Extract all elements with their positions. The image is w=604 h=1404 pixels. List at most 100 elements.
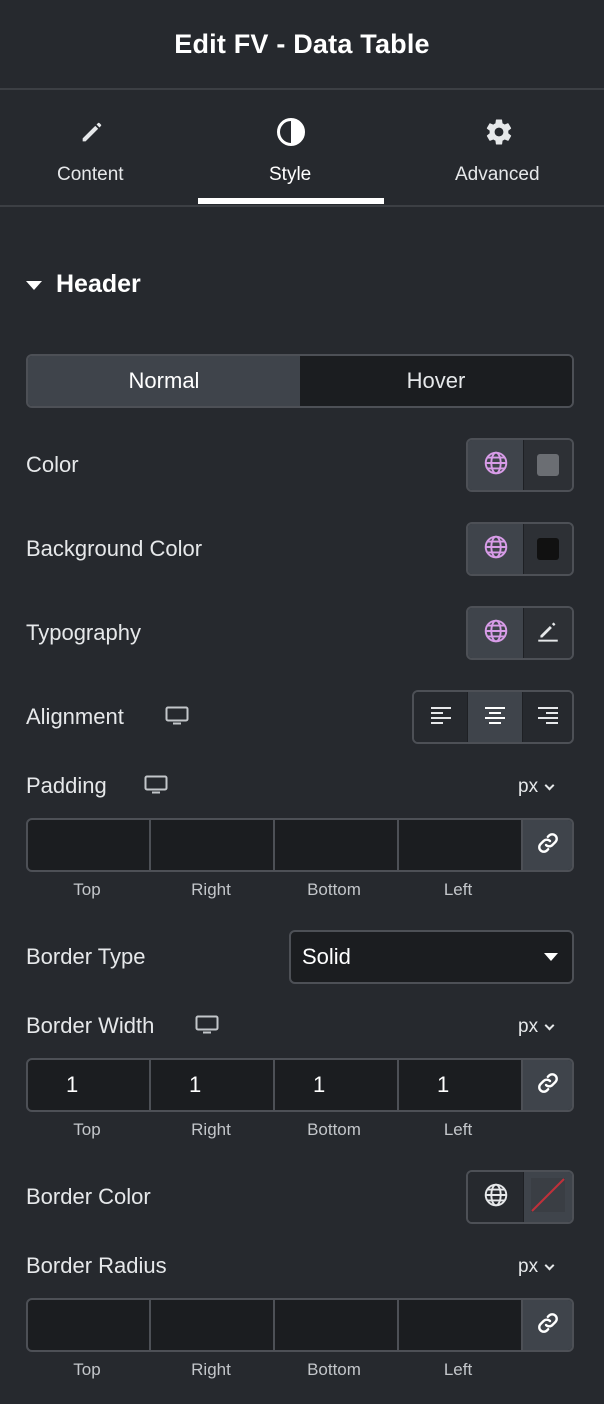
global-typography-button[interactable] bbox=[468, 608, 523, 658]
border-width-label: Border Width bbox=[26, 1013, 155, 1038]
align-center-button[interactable] bbox=[468, 692, 522, 742]
border-width-bottom-input[interactable]: 1 bbox=[275, 1060, 399, 1110]
global-colors-button[interactable] bbox=[468, 440, 523, 490]
padding-bottom-input[interactable] bbox=[275, 820, 399, 870]
state-hover-button[interactable]: Hover bbox=[300, 356, 572, 406]
border-width-side-labels: Top Right Bottom Left bbox=[26, 1120, 574, 1142]
padding-inputs bbox=[26, 818, 574, 872]
tab-advanced-label: Advanced bbox=[455, 164, 540, 185]
align-right-button[interactable] bbox=[523, 692, 572, 742]
color-swatch bbox=[537, 454, 559, 476]
caret-down-icon bbox=[26, 281, 42, 290]
border-type-select[interactable]: Solid bbox=[289, 930, 574, 984]
border-radius-right-label: Right bbox=[191, 1360, 231, 1379]
desktop-icon[interactable] bbox=[165, 706, 189, 731]
padding-bottom-label: Bottom bbox=[307, 880, 361, 899]
align-right-icon bbox=[536, 705, 560, 730]
state-toggle: Normal Hover bbox=[26, 354, 574, 408]
tab-style[interactable]: Style bbox=[232, 92, 352, 205]
edit-typography-button[interactable] bbox=[524, 608, 572, 658]
border-width-inputs: 1 1 1 1 bbox=[26, 1058, 574, 1112]
border-color-control bbox=[466, 1170, 574, 1224]
border-color-label: Border Color bbox=[26, 1184, 151, 1209]
typography-control bbox=[466, 606, 574, 660]
border-radius-side-labels: Top Right Bottom Left bbox=[26, 1360, 574, 1382]
half-circle-icon bbox=[275, 116, 307, 148]
caret-down-icon bbox=[544, 953, 558, 961]
padding-unit: px bbox=[518, 776, 539, 797]
globe-icon bbox=[483, 618, 509, 649]
border-width-unit-select[interactable]: px bbox=[518, 1016, 555, 1038]
color-picker-button[interactable] bbox=[524, 440, 572, 490]
padding-link-button[interactable] bbox=[523, 820, 572, 870]
no-color-icon bbox=[530, 1177, 566, 1218]
chevron-down-icon bbox=[544, 1260, 555, 1270]
border-radius-bottom-label: Bottom bbox=[307, 1360, 361, 1379]
padding-side-labels: Top Right Bottom Left bbox=[26, 880, 574, 902]
link-icon bbox=[536, 831, 560, 860]
tab-content[interactable]: Content bbox=[32, 92, 152, 205]
pencil-icon bbox=[76, 116, 108, 148]
border-radius-left-label: Left bbox=[443, 1360, 473, 1379]
align-left-icon bbox=[429, 705, 453, 730]
border-radius-unit-select[interactable]: px bbox=[518, 1256, 555, 1278]
chevron-down-icon bbox=[544, 780, 555, 790]
tab-advanced[interactable]: Advanced bbox=[440, 92, 560, 205]
border-width-left-label: Left bbox=[443, 1120, 473, 1139]
padding-unit-select[interactable]: px bbox=[518, 776, 555, 798]
globe-icon bbox=[483, 450, 509, 481]
padding-label: Padding bbox=[26, 773, 107, 798]
tab-bar: Content Style Advanced bbox=[0, 92, 604, 207]
pencil-underline-icon bbox=[535, 618, 561, 649]
gear-icon bbox=[483, 116, 515, 148]
desktop-icon[interactable] bbox=[144, 775, 168, 800]
border-width-top-label: Top bbox=[73, 1120, 101, 1139]
align-center-icon bbox=[483, 705, 507, 730]
padding-left-input[interactable] bbox=[399, 820, 523, 870]
border-radius-inputs bbox=[26, 1298, 574, 1352]
border-type-value: Solid bbox=[302, 944, 351, 969]
panel-title: Edit FV - Data Table bbox=[174, 28, 430, 59]
padding-right-label: Right bbox=[191, 880, 231, 899]
border-width-bottom-label: Bottom bbox=[307, 1120, 361, 1139]
section-header[interactable]: Header bbox=[26, 270, 141, 299]
border-width-left-input[interactable]: 1 bbox=[399, 1060, 523, 1110]
section-title: Header bbox=[56, 270, 141, 298]
alignment-label: Alignment bbox=[26, 704, 124, 729]
alignment-control bbox=[412, 690, 574, 744]
active-tab-indicator bbox=[198, 198, 384, 204]
border-radius-bottom-input[interactable] bbox=[275, 1300, 399, 1350]
padding-top-input[interactable] bbox=[28, 820, 151, 870]
border-type-label: Border Type bbox=[26, 944, 146, 969]
border-radius-right-input[interactable] bbox=[151, 1300, 275, 1350]
border-width-right-label: Right bbox=[191, 1120, 231, 1139]
desktop-icon[interactable] bbox=[195, 1015, 219, 1040]
global-colors-button[interactable] bbox=[468, 524, 523, 574]
panel-header: Edit FV - Data Table bbox=[0, 0, 604, 90]
color-control bbox=[466, 438, 574, 492]
global-colors-button[interactable] bbox=[468, 1172, 523, 1222]
chevron-down-icon bbox=[544, 1020, 555, 1030]
background-color-swatch bbox=[537, 538, 559, 560]
border-width-right-input[interactable]: 1 bbox=[151, 1060, 275, 1110]
border-radius-top-input[interactable] bbox=[28, 1300, 151, 1350]
padding-top-label: Top bbox=[73, 880, 101, 899]
border-width-top-input[interactable]: 1 bbox=[28, 1060, 151, 1110]
border-color-picker-button[interactable] bbox=[524, 1172, 572, 1222]
border-radius-link-button[interactable] bbox=[523, 1300, 572, 1350]
globe-icon bbox=[483, 1182, 509, 1213]
align-left-button[interactable] bbox=[414, 692, 467, 742]
border-radius-unit: px bbox=[518, 1256, 539, 1277]
background-color-picker-button[interactable] bbox=[524, 524, 572, 574]
padding-right-input[interactable] bbox=[151, 820, 275, 870]
border-width-link-button[interactable] bbox=[523, 1060, 572, 1110]
tab-style-label: Style bbox=[269, 164, 312, 185]
background-color-control bbox=[466, 522, 574, 576]
border-radius-top-label: Top bbox=[73, 1360, 101, 1379]
color-label: Color bbox=[26, 452, 79, 477]
link-icon bbox=[536, 1311, 560, 1340]
globe-icon bbox=[483, 534, 509, 565]
border-radius-left-input[interactable] bbox=[399, 1300, 523, 1350]
tab-content-label: Content bbox=[57, 164, 124, 185]
state-normal-button[interactable]: Normal bbox=[28, 356, 300, 406]
